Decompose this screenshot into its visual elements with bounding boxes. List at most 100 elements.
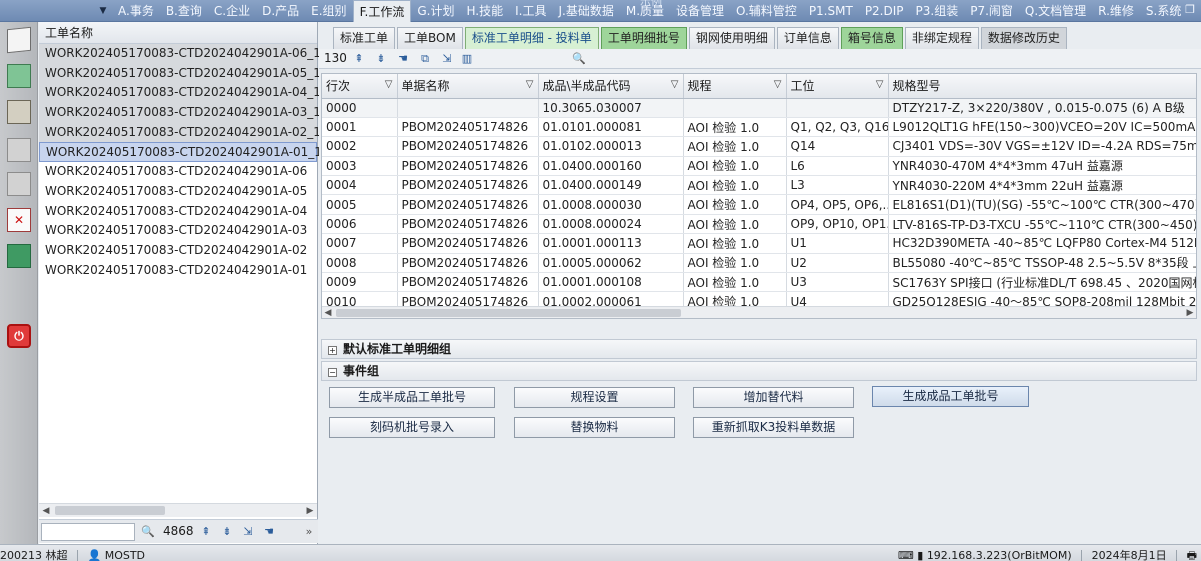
generate-finished-batch-button[interactable]: 生成成品工单批号 bbox=[872, 386, 1029, 407]
procedure-setting-button[interactable]: 规程设置 bbox=[514, 387, 675, 408]
filter-icon[interactable]: ▽ bbox=[526, 79, 534, 90]
menu-item[interactable]: M.质量 bbox=[620, 0, 670, 22]
work-order-item[interactable]: WORK202405170083-CTD2024042901A-02 bbox=[39, 241, 317, 261]
menu-item[interactable]: P2.DIP bbox=[859, 0, 910, 22]
generate-semi-batch-button[interactable]: 生成半成品工单批号 bbox=[329, 387, 495, 408]
table-row[interactable]: 0000 10.3065.030007 DTZY217-Z, 3×220/380V … bbox=[322, 98, 1196, 118]
expand-icon[interactable]: + bbox=[328, 346, 337, 355]
scroll-thumb[interactable] bbox=[336, 309, 681, 317]
filter-icon[interactable]: ▽ bbox=[876, 79, 884, 90]
menu-item[interactable]: O.辅料管控 bbox=[730, 0, 803, 22]
scroll-left-icon[interactable]: ◀ bbox=[39, 504, 53, 518]
table-row[interactable]: 0007 PBOM202405174826 01.0001.000113 AOI 检验… bbox=[322, 233, 1196, 254]
work-order-search-input[interactable] bbox=[41, 523, 135, 541]
pen-icon[interactable] bbox=[7, 100, 31, 124]
filter-icon[interactable]: ▽ bbox=[774, 79, 782, 90]
menu-item[interactable]: J.基础数据 bbox=[552, 0, 619, 22]
engraver-batch-entry-button[interactable]: 刻码机批号录入 bbox=[329, 417, 495, 438]
delete-icon[interactable]: ✕ bbox=[7, 208, 31, 232]
move-down-icon[interactable]: ⇟ bbox=[219, 524, 235, 540]
export-icon[interactable]: ⇲ bbox=[439, 51, 455, 67]
tab[interactable]: 工单明细批号 bbox=[600, 27, 687, 49]
tab[interactable]: 标准工单明细 - 投料单 bbox=[464, 27, 599, 49]
work-order-item[interactable]: WORK202405170083-CTD2024042901A-04_1 bbox=[39, 83, 321, 104]
tab[interactable]: 订单信息 bbox=[776, 27, 839, 49]
document-icon[interactable] bbox=[7, 26, 31, 54]
filter-icon[interactable]: ▽ bbox=[385, 79, 393, 90]
work-order-item[interactable]: WORK202405170083-CTD2024042901A-03_1 bbox=[39, 103, 321, 123]
tab[interactable]: 钢网使用明细 bbox=[688, 27, 775, 49]
menu-item[interactable]: H.技能 bbox=[460, 0, 509, 22]
work-order-item[interactable]: WORK202405170083-CTD2024042901A-04 bbox=[39, 202, 317, 222]
tab[interactable]: 工单BOM bbox=[397, 27, 463, 49]
event-group-bar[interactable]: − 事件组 bbox=[321, 361, 1197, 381]
eraser-icon[interactable] bbox=[7, 138, 31, 162]
menu-item[interactable]: P7.闹窗 bbox=[964, 0, 1019, 22]
add-substitute-button[interactable]: 增加替代料 bbox=[693, 387, 854, 408]
grid-scrollbar[interactable]: ◀ ▶ bbox=[322, 306, 1196, 318]
work-order-item[interactable]: WORK202405170083-CTD2024042901A-01 bbox=[39, 261, 317, 281]
columns-icon[interactable]: ▥ bbox=[459, 51, 475, 67]
copy-icon[interactable]: ⧉ bbox=[417, 51, 433, 67]
table-row[interactable]: 0002 PBOM202405174826 01.0102.000013 AOI 检验… bbox=[322, 136, 1196, 157]
table-row[interactable]: 0001 PBOM202405174826 01.0101.000081 AOI 检验… bbox=[322, 117, 1196, 138]
tab[interactable]: 非绑定规程 bbox=[904, 27, 979, 49]
table-row[interactable]: 0008 PBOM202405174826 01.0005.000062 AOI 检验… bbox=[322, 253, 1196, 274]
package-icon[interactable] bbox=[7, 244, 31, 268]
tab[interactable]: 数据修改历史 bbox=[980, 27, 1067, 49]
replace-material-button[interactable]: 替换物料 bbox=[514, 417, 675, 438]
printer-icon[interactable]: 🖶 bbox=[1187, 549, 1197, 561]
work-order-item[interactable]: WORK202405170083-CTD2024042901A-05_1 bbox=[39, 63, 321, 84]
move-up-icon[interactable]: ⇞ bbox=[351, 51, 367, 67]
expand-icon[interactable]: » bbox=[301, 524, 317, 540]
filter-icon[interactable]: ▽ bbox=[671, 79, 679, 90]
folder-icon[interactable] bbox=[7, 64, 31, 88]
hand-icon[interactable]: ☚ bbox=[261, 524, 277, 540]
column-header[interactable]: 成品\半成品代码 ▽ bbox=[538, 74, 684, 99]
work-order-scrollbar[interactable]: ◀ ▶ bbox=[39, 503, 317, 517]
menu-item[interactable]: B.查询 bbox=[160, 0, 208, 22]
menu-item[interactable]: R.维修 bbox=[1092, 0, 1140, 22]
column-header[interactable]: 行次 ▽ bbox=[322, 74, 398, 99]
column-header[interactable]: 规程 ▽ bbox=[683, 74, 787, 99]
scroll-left-icon[interactable]: ◀ bbox=[322, 307, 334, 318]
work-order-item[interactable]: WORK202405170083-CTD2024042901A-03 bbox=[39, 221, 317, 241]
collapse-icon[interactable]: − bbox=[328, 368, 337, 377]
tab[interactable]: 标准工单 bbox=[333, 27, 396, 49]
menu-item[interactable]: E.组别 bbox=[305, 0, 352, 22]
menu-item[interactable]: P1.SMT bbox=[803, 0, 859, 22]
column-header[interactable]: 工位 ▽ bbox=[786, 74, 889, 99]
search-icon[interactable]: 🔍 bbox=[140, 524, 156, 540]
scroll-right-icon[interactable]: ▶ bbox=[1184, 307, 1196, 318]
scroll-right-icon[interactable]: ▶ bbox=[303, 504, 317, 518]
menu-item[interactable]: I.工具 bbox=[509, 0, 552, 22]
menu-item[interactable]: P3.组装 bbox=[910, 0, 965, 22]
window-restore-icon[interactable]: ❐ bbox=[1185, 3, 1195, 16]
default-group-bar[interactable]: + 默认标准工单明细组 bbox=[321, 339, 1197, 359]
table-row[interactable]: 0009 PBOM202405174826 01.0001.000108 AOI 检验… bbox=[322, 272, 1196, 293]
work-order-item[interactable]: WORK202405170083-CTD2024042901A-06_1 bbox=[39, 44, 321, 64]
check-icon[interactable] bbox=[7, 172, 31, 196]
menu-item[interactable]: S.系统 bbox=[1140, 0, 1187, 22]
work-order-item[interactable]: WORK202405170083-CTD2024042901A-05 bbox=[39, 182, 317, 202]
menu-item[interactable]: F.工作流 bbox=[352, 0, 412, 22]
work-order-item[interactable]: WORK202405170083-CTD2024042901A-02_1 bbox=[39, 122, 321, 143]
work-order-item[interactable]: WORK202405170083-CTD2024042901A-06 bbox=[39, 162, 317, 182]
menu-item[interactable]: G.计划 bbox=[411, 0, 460, 22]
menu-item[interactable]: C.企业 bbox=[208, 0, 256, 22]
table-row[interactable]: 0004 PBOM202405174826 01.0400.000149 AOI 检验… bbox=[322, 175, 1196, 196]
menu-item[interactable]: D.产品 bbox=[256, 0, 305, 22]
table-row[interactable]: 0006 PBOM202405174826 01.0008.000024 AOI 检验… bbox=[322, 214, 1196, 235]
column-header[interactable]: 单据名称 ▽ bbox=[397, 74, 539, 99]
menu-item[interactable]: 设备管理 bbox=[670, 0, 730, 22]
menu-dropdown-icon[interactable]: ▼ bbox=[95, 2, 111, 20]
move-down-icon[interactable]: ⇟ bbox=[373, 51, 389, 67]
table-row[interactable]: 0003 PBOM202405174826 01.0400.000160 AOI 检验… bbox=[322, 156, 1196, 177]
menu-item[interactable]: A.事务 bbox=[112, 0, 160, 22]
table-row[interactable]: 0005 PBOM202405174826 01.0008.000030 AOI 检验… bbox=[322, 194, 1196, 215]
work-order-item[interactable]: WORK202405170083-CTD2024042901A-01_1 bbox=[39, 142, 322, 163]
scroll-thumb[interactable] bbox=[55, 506, 165, 515]
power-icon[interactable]: ⏻ bbox=[7, 324, 31, 348]
export-icon[interactable]: ⇲ bbox=[240, 524, 256, 540]
tab[interactable]: 箱号信息 bbox=[840, 27, 903, 49]
